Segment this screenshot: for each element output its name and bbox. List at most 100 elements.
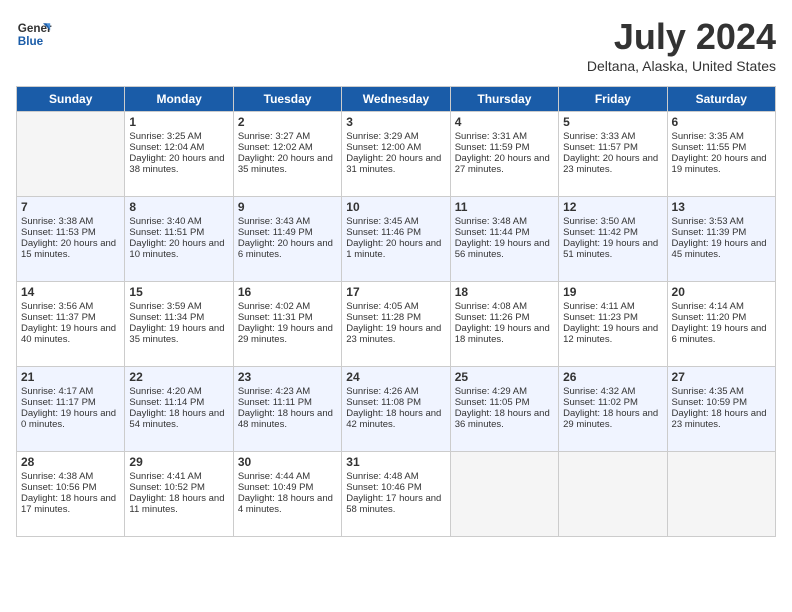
sunrise-text: Sunrise: 3:40 AM bbox=[129, 216, 201, 227]
calendar-cell: 5Sunrise: 3:33 AMSunset: 11:57 PMDayligh… bbox=[559, 112, 667, 197]
daylight-text: Daylight: 20 hours and 31 minutes. bbox=[346, 153, 441, 175]
logo: General Blue bbox=[16, 16, 52, 52]
sunset-text: Sunset: 10:49 PM bbox=[238, 482, 314, 493]
calendar-cell: 13Sunrise: 3:53 AMSunset: 11:39 PMDaylig… bbox=[667, 197, 775, 282]
daylight-text: Daylight: 20 hours and 1 minute. bbox=[346, 238, 441, 260]
calendar-cell: 19Sunrise: 4:11 AMSunset: 11:23 PMDaylig… bbox=[559, 282, 667, 367]
day-number: 9 bbox=[238, 200, 337, 214]
day-number: 18 bbox=[455, 285, 554, 299]
sunrise-text: Sunrise: 3:59 AM bbox=[129, 301, 201, 312]
daylight-text: Daylight: 19 hours and 45 minutes. bbox=[672, 238, 767, 260]
calendar-cell: 7Sunrise: 3:38 AMSunset: 11:53 PMDayligh… bbox=[17, 197, 125, 282]
day-number: 29 bbox=[129, 455, 228, 469]
day-number: 6 bbox=[672, 115, 771, 129]
sunrise-text: Sunrise: 3:53 AM bbox=[672, 216, 744, 227]
daylight-text: Daylight: 18 hours and 42 minutes. bbox=[346, 408, 441, 430]
sunrise-text: Sunrise: 3:43 AM bbox=[238, 216, 310, 227]
daylight-text: Daylight: 19 hours and 18 minutes. bbox=[455, 323, 550, 345]
daylight-text: Daylight: 17 hours and 58 minutes. bbox=[346, 493, 441, 515]
day-number: 14 bbox=[21, 285, 120, 299]
sunset-text: Sunset: 11:55 PM bbox=[672, 142, 747, 153]
calendar-cell: 23Sunrise: 4:23 AMSunset: 11:11 PMDaylig… bbox=[233, 367, 341, 452]
day-number: 30 bbox=[238, 455, 337, 469]
sunset-text: Sunset: 10:52 PM bbox=[129, 482, 205, 493]
sunrise-text: Sunrise: 4:20 AM bbox=[129, 386, 201, 397]
calendar-cell: 9Sunrise: 3:43 AMSunset: 11:49 PMDayligh… bbox=[233, 197, 341, 282]
calendar-cell: 3Sunrise: 3:29 AMSunset: 12:00 AMDayligh… bbox=[342, 112, 450, 197]
daylight-text: Daylight: 18 hours and 48 minutes. bbox=[238, 408, 333, 430]
daylight-text: Daylight: 18 hours and 29 minutes. bbox=[563, 408, 658, 430]
day-number: 22 bbox=[129, 370, 228, 384]
logo-icon: General Blue bbox=[16, 16, 52, 52]
calendar-cell bbox=[17, 112, 125, 197]
day-number: 23 bbox=[238, 370, 337, 384]
day-number: 24 bbox=[346, 370, 445, 384]
sunset-text: Sunset: 10:56 PM bbox=[21, 482, 97, 493]
svg-text:Blue: Blue bbox=[18, 35, 44, 48]
daylight-text: Daylight: 18 hours and 36 minutes. bbox=[455, 408, 550, 430]
daylight-text: Daylight: 19 hours and 23 minutes. bbox=[346, 323, 441, 345]
day-number: 8 bbox=[129, 200, 228, 214]
day-number: 7 bbox=[21, 200, 120, 214]
calendar-week-row: 7Sunrise: 3:38 AMSunset: 11:53 PMDayligh… bbox=[17, 197, 776, 282]
day-number: 21 bbox=[21, 370, 120, 384]
calendar-cell: 29Sunrise: 4:41 AMSunset: 10:52 PMDaylig… bbox=[125, 452, 233, 537]
daylight-text: Daylight: 20 hours and 27 minutes. bbox=[455, 153, 550, 175]
daylight-text: Daylight: 18 hours and 23 minutes. bbox=[672, 408, 767, 430]
daylight-text: Daylight: 20 hours and 38 minutes. bbox=[129, 153, 224, 175]
sunset-text: Sunset: 11:28 PM bbox=[346, 312, 421, 323]
daylight-text: Daylight: 18 hours and 17 minutes. bbox=[21, 493, 116, 515]
sunrise-text: Sunrise: 4:41 AM bbox=[129, 471, 201, 482]
calendar-cell: 24Sunrise: 4:26 AMSunset: 11:08 PMDaylig… bbox=[342, 367, 450, 452]
calendar-cell bbox=[450, 452, 558, 537]
col-header-monday: Monday bbox=[125, 87, 233, 112]
sunset-text: Sunset: 11:34 PM bbox=[129, 312, 204, 323]
daylight-text: Daylight: 20 hours and 10 minutes. bbox=[129, 238, 224, 260]
calendar-cell: 17Sunrise: 4:05 AMSunset: 11:28 PMDaylig… bbox=[342, 282, 450, 367]
calendar-cell: 6Sunrise: 3:35 AMSunset: 11:55 PMDayligh… bbox=[667, 112, 775, 197]
col-header-saturday: Saturday bbox=[667, 87, 775, 112]
sunrise-text: Sunrise: 4:08 AM bbox=[455, 301, 527, 312]
day-number: 2 bbox=[238, 115, 337, 129]
calendar-cell: 10Sunrise: 3:45 AMSunset: 11:46 PMDaylig… bbox=[342, 197, 450, 282]
sunrise-text: Sunrise: 3:50 AM bbox=[563, 216, 635, 227]
calendar-cell: 30Sunrise: 4:44 AMSunset: 10:49 PMDaylig… bbox=[233, 452, 341, 537]
calendar-cell: 11Sunrise: 3:48 AMSunset: 11:44 PMDaylig… bbox=[450, 197, 558, 282]
daylight-text: Daylight: 20 hours and 15 minutes. bbox=[21, 238, 116, 260]
sunrise-text: Sunrise: 4:14 AM bbox=[672, 301, 744, 312]
calendar-cell: 18Sunrise: 4:08 AMSunset: 11:26 PMDaylig… bbox=[450, 282, 558, 367]
day-number: 4 bbox=[455, 115, 554, 129]
calendar-table: SundayMondayTuesdayWednesdayThursdayFrid… bbox=[16, 86, 776, 537]
sunset-text: Sunset: 10:46 PM bbox=[346, 482, 422, 493]
day-number: 13 bbox=[672, 200, 771, 214]
title-section: July 2024 Deltana, Alaska, United States bbox=[587, 16, 776, 74]
sunset-text: Sunset: 11:23 PM bbox=[563, 312, 638, 323]
daylight-text: Daylight: 19 hours and 29 minutes. bbox=[238, 323, 333, 345]
daylight-text: Daylight: 19 hours and 0 minutes. bbox=[21, 408, 116, 430]
day-number: 28 bbox=[21, 455, 120, 469]
sunset-text: Sunset: 11:57 PM bbox=[563, 142, 638, 153]
sunset-text: Sunset: 11:44 PM bbox=[455, 227, 530, 238]
day-number: 26 bbox=[563, 370, 662, 384]
day-number: 31 bbox=[346, 455, 445, 469]
day-number: 17 bbox=[346, 285, 445, 299]
sunrise-text: Sunrise: 4:02 AM bbox=[238, 301, 310, 312]
day-number: 3 bbox=[346, 115, 445, 129]
day-number: 15 bbox=[129, 285, 228, 299]
sunrise-text: Sunrise: 4:35 AM bbox=[672, 386, 744, 397]
sunset-text: Sunset: 11:05 PM bbox=[455, 397, 530, 408]
sunrise-text: Sunrise: 3:38 AM bbox=[21, 216, 93, 227]
sunset-text: Sunset: 11:46 PM bbox=[346, 227, 421, 238]
calendar-cell bbox=[559, 452, 667, 537]
calendar-cell: 31Sunrise: 4:48 AMSunset: 10:46 PMDaylig… bbox=[342, 452, 450, 537]
sunrise-text: Sunrise: 3:27 AM bbox=[238, 131, 310, 142]
daylight-text: Daylight: 19 hours and 35 minutes. bbox=[129, 323, 224, 345]
sunset-text: Sunset: 11:14 PM bbox=[129, 397, 204, 408]
calendar-subtitle: Deltana, Alaska, United States bbox=[587, 58, 776, 74]
sunset-text: Sunset: 12:02 AM bbox=[238, 142, 313, 153]
calendar-cell: 28Sunrise: 4:38 AMSunset: 10:56 PMDaylig… bbox=[17, 452, 125, 537]
col-header-thursday: Thursday bbox=[450, 87, 558, 112]
calendar-week-row: 28Sunrise: 4:38 AMSunset: 10:56 PMDaylig… bbox=[17, 452, 776, 537]
sunrise-text: Sunrise: 4:17 AM bbox=[21, 386, 93, 397]
sunset-text: Sunset: 11:59 PM bbox=[455, 142, 530, 153]
